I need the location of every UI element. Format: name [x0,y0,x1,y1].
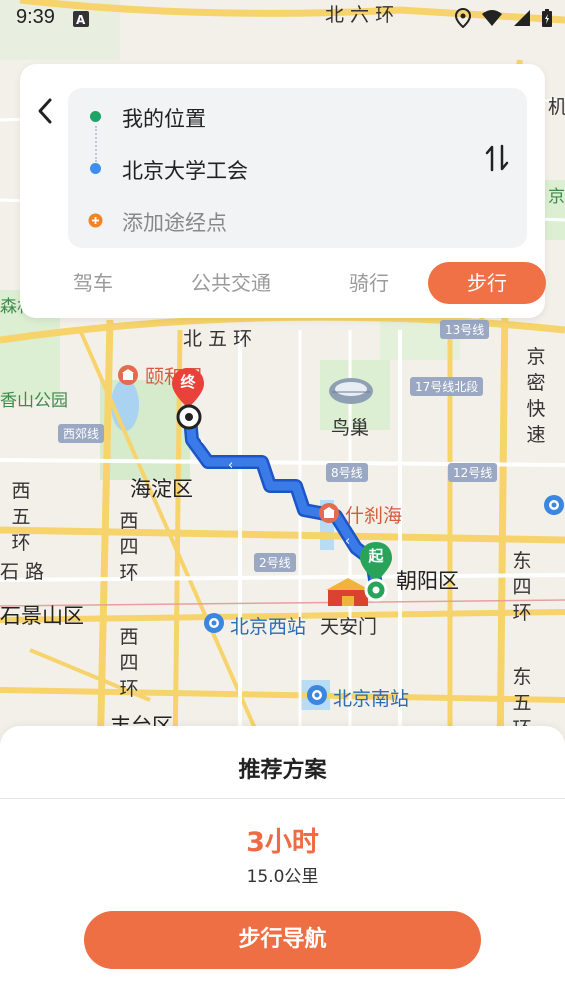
train-station-icon-west [204,613,224,633]
origin-dot-icon [90,111,101,122]
metro-badge-xijiao[interactable]: 西郊线 [58,424,105,443]
map-label-west-4th-ring-upper: 西四环 [119,510,139,584]
map-label-chaoyang: 朝阳区 [396,569,459,593]
map-label-tiananmen[interactable]: 天安门 [320,612,377,639]
svg-text:‹: ‹ [228,458,233,473]
map-label-shichahai[interactable]: 什刹海 [345,501,402,528]
map-label-shilu: 石 路 [0,561,45,583]
map-label-niaochao[interactable]: 鸟巢 [331,413,369,440]
metro-badge-line13[interactable]: 13号线 [440,320,490,339]
back-button[interactable] [32,94,58,128]
tab-drive[interactable]: 驾车 [44,262,142,304]
map-label-jingmi-expressway: 京密快速 [526,346,546,446]
add-waypoint-text: 添加途经点 [122,211,227,235]
poi-icon-shichahai [319,503,339,523]
train-station-icon-east [544,495,564,515]
route-result-sheet: 推荐方案 3小时 15.0公里 步行导航 [0,726,565,1004]
map-label-west-4th-ring-lower: 西四环 [119,626,139,700]
route-inputs: 我的位置 北京大学工会 添加途经点 [68,88,527,248]
battery-icon [542,9,552,27]
status-time: 9:39 [16,6,55,28]
destination-field[interactable]: 北京大学工会 [68,148,468,188]
map-label-jing: 京 [548,187,565,207]
tab-transit[interactable]: 公共交通 [175,262,287,304]
location-icon [455,8,471,28]
route-duration: 3小时 [246,827,319,858]
route-distance: 15.0公里 [246,867,319,887]
tab-bike[interactable]: 骑行 [320,262,418,304]
birds-nest-stadium-icon[interactable] [328,376,374,406]
map-label-north-5th-ring: 北 五 环 [183,328,253,350]
tab-walk[interactable]: 步行 [428,262,546,304]
back-arrow-icon [38,98,52,124]
metro-badge-line12[interactable]: 12号线 [448,463,498,482]
origin-field[interactable]: 我的位置 [68,96,468,136]
route-card: 我的位置 北京大学工会 添加途经点 驾车 公共交通 骑行 步行 [20,64,546,318]
map-label-beijing-south[interactable]: 北京南站 [333,684,409,711]
end-marker-label: 终 [180,373,196,391]
destination-point-icon [176,404,202,430]
map-label-east-4th-ring: 东四环 [512,550,532,624]
map-label-west-5th-ring: 西五环 [11,480,31,554]
my-location-dot-icon [364,578,388,602]
notification-a-icon: A [73,11,89,27]
wifi-icon [482,10,502,26]
map-label-jichang: 机 [548,96,565,118]
metro-badge-line17[interactable]: 17号线北段 [410,377,484,396]
svg-text:‹: ‹ [345,534,350,549]
origin-text: 我的位置 [122,107,206,131]
svg-text:A: A [76,13,86,27]
sheet-title: 推荐方案 [238,758,327,783]
map-label-shijingshan: 石景山区 [0,604,84,628]
cellular-signal-icon [514,10,530,26]
status-bar: 9:39 A [0,0,565,36]
destination-text: 北京大学工会 [122,159,248,183]
destination-dot-icon [90,163,101,174]
map-label-beijing-west[interactable]: 北京西站 [230,612,306,639]
map-label-haidian: 海淀区 [130,477,193,501]
metro-badge-line8[interactable]: 8号线 [326,463,368,482]
travel-mode-tabs: 驾车 公共交通 骑行 步行 [20,262,546,306]
map-label-xiangshan-park[interactable]: 香山公园 [0,386,68,411]
start-marker-label: 起 [368,547,384,565]
poi-icon-yiheyuan [118,365,138,385]
add-waypoint-icon [88,213,103,228]
train-station-icon-south [307,685,327,705]
svg-text:‹: ‹ [200,434,205,449]
metro-badge-line2[interactable]: 2号线 [254,553,296,572]
sheet-divider [0,798,565,799]
add-waypoint-field[interactable]: 添加途经点 [68,200,468,240]
swap-arrows-icon [485,144,509,172]
start-walk-navigation-button[interactable]: 步行导航 [84,911,481,969]
swap-button[interactable] [481,138,513,178]
